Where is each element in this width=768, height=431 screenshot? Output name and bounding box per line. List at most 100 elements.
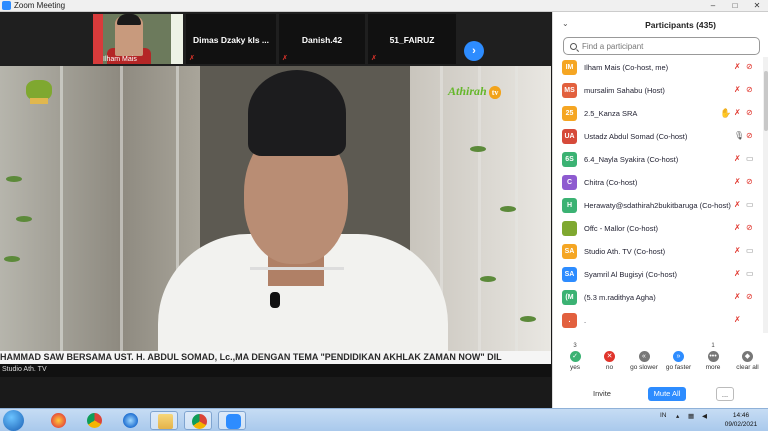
go-faster-icon: » bbox=[673, 351, 684, 362]
participant-row[interactable]: SA Syamril Al Bugisyi (Co-host) ✗ ▭ bbox=[553, 264, 763, 286]
participant-row[interactable]: SA Studio Ath. TV (Co-host) ✗ ▭ bbox=[553, 241, 763, 263]
start-button[interactable] bbox=[3, 410, 24, 431]
minimize-button[interactable]: – bbox=[702, 1, 724, 10]
invite-button[interactable]: Invite bbox=[587, 387, 617, 401]
muted-mic-icon[interactable]: ✗ bbox=[734, 269, 741, 279]
taskbar-chrome[interactable] bbox=[80, 411, 108, 430]
muted-mic-icon[interactable]: ✗ bbox=[734, 85, 741, 95]
muted-mic-icon[interactable]: ✗ bbox=[734, 315, 741, 325]
wall-stripe bbox=[478, 66, 481, 377]
taskbar-firefox[interactable] bbox=[44, 411, 72, 430]
volume-icon[interactable]: ◀ bbox=[702, 412, 707, 420]
participant-name: (5.3 m.radithya Agha) bbox=[584, 293, 656, 302]
muted-mic-icon[interactable]: ✗ bbox=[734, 200, 741, 210]
next-page-button[interactable]: › bbox=[464, 41, 484, 61]
participants-header: ⌄ Participants (435) bbox=[553, 12, 768, 36]
participant-row[interactable]: Offc - Mallor (Co-host) ✗ ⊘ bbox=[553, 218, 763, 240]
internet-explorer-icon bbox=[123, 413, 138, 428]
mute-all-button[interactable]: Mute All bbox=[648, 387, 686, 401]
scrollbar-thumb[interactable] bbox=[764, 71, 768, 131]
yes-reaction-button[interactable]: 3 ✓ yes bbox=[558, 343, 592, 371]
go-faster-reaction-button[interactable]: » go faster bbox=[662, 343, 696, 371]
muted-mic-icon[interactable]: ✗ bbox=[734, 154, 741, 164]
video-off-icon[interactable]: ⊘ bbox=[746, 62, 753, 72]
reaction-label: go faster bbox=[665, 364, 692, 371]
participant-name: Syamril Al Bugisyi (Co-host) bbox=[584, 270, 677, 279]
video-camera-icon[interactable]: ▭ bbox=[746, 269, 754, 279]
search-icon bbox=[570, 42, 577, 50]
participant-row[interactable]: MS mursalim Sahabu (Host) ✗ ⊘ bbox=[553, 80, 763, 102]
ticker-footer: Studio Ath. TV bbox=[0, 364, 551, 377]
taskbar-ie[interactable] bbox=[116, 411, 144, 430]
participant-avatar: 25 bbox=[562, 106, 577, 121]
participant-row[interactable]: 6S 6.4_Nayla Syakira (Co-host) ✗ ▭ bbox=[553, 149, 763, 171]
video-off-icon[interactable]: ⊘ bbox=[746, 223, 753, 233]
wall-stripe bbox=[120, 66, 123, 377]
video-off-icon[interactable]: ⊘ bbox=[746, 108, 753, 118]
thumbnail-tile-dimas[interactable]: Dimas Dzaky kls ... ✗ bbox=[186, 14, 276, 64]
window-titlebar: Zoom Meeting – □ ✕ bbox=[0, 0, 768, 12]
taskbar-chrome-2[interactable] bbox=[184, 411, 212, 430]
video-camera-icon[interactable]: ▭ bbox=[746, 200, 754, 210]
no-reaction-button[interactable]: ✕ no bbox=[593, 343, 627, 371]
participant-avatar: . bbox=[562, 313, 577, 328]
more-reaction-button[interactable]: 1 ••• more bbox=[696, 343, 730, 371]
participant-avatar: (M bbox=[562, 290, 577, 305]
participant-avatar: H bbox=[562, 198, 577, 213]
taskbar-file-explorer[interactable] bbox=[150, 411, 178, 430]
participant-row[interactable]: H Herawaty@sdathirah2bukitbaruga (Co-host… bbox=[553, 195, 763, 217]
maximize-button[interactable]: □ bbox=[724, 1, 746, 10]
video-off-icon[interactable]: ⊘ bbox=[746, 177, 753, 187]
participant-name: Offc - Mallor (Co-host) bbox=[584, 224, 659, 233]
network-icon[interactable]: ▦ bbox=[688, 412, 694, 420]
participant-search-input[interactable]: Find a participant bbox=[563, 37, 760, 55]
muted-mic-icon[interactable]: ✗ bbox=[734, 108, 741, 118]
taskbar-clock[interactable]: 14:46 09/02/2021 bbox=[718, 411, 764, 429]
close-button[interactable]: ✕ bbox=[746, 1, 768, 10]
participant-row[interactable]: IM Ilham Mais (Co-host, me) ✗ ⊘ bbox=[553, 57, 763, 79]
video-off-icon[interactable]: ⊘ bbox=[746, 85, 753, 95]
participant-row[interactable]: .. ✗ bbox=[553, 310, 763, 332]
participant-list-scrollbar[interactable] bbox=[763, 57, 768, 333]
participant-name: mursalim Sahabu (Host) bbox=[584, 86, 665, 95]
participant-name: 6.4_Nayla Syakira (Co-host) bbox=[584, 155, 679, 164]
video-camera-icon[interactable]: ▭ bbox=[746, 246, 754, 256]
muted-mic-icon[interactable]: ✗ bbox=[734, 223, 741, 233]
muted-mic-icon[interactable]: ✗ bbox=[734, 62, 741, 72]
muted-mic-icon[interactable]: ✗ bbox=[734, 292, 741, 302]
thumbnail-tile-ilham[interactable]: Ilham Mais bbox=[93, 14, 183, 64]
participant-row[interactable]: UA Ustadz Abdul Somad (Co-host) 🎙 ⊘ bbox=[553, 126, 763, 148]
mic-on-icon[interactable]: 🎙 bbox=[734, 131, 744, 141]
participant-avatar: C bbox=[562, 175, 577, 190]
participant-name: . bbox=[584, 316, 587, 325]
go-slower-reaction-button[interactable]: « go slower bbox=[627, 343, 661, 371]
channel-logo-icon bbox=[26, 80, 52, 100]
taskbar-zoom[interactable] bbox=[218, 411, 246, 430]
reaction-label: no bbox=[605, 364, 614, 371]
no-icon: ✕ bbox=[604, 351, 615, 362]
tray-language[interactable]: IN bbox=[660, 412, 667, 419]
muted-mic-icon[interactable]: ✗ bbox=[734, 246, 741, 256]
video-off-icon[interactable]: ⊘ bbox=[746, 292, 753, 302]
muted-mic-icon[interactable]: ✗ bbox=[734, 177, 741, 187]
wall-stripe bbox=[515, 66, 518, 377]
muted-mic-icon: ✗ bbox=[282, 55, 288, 62]
muted-mic-icon: ✗ bbox=[371, 55, 377, 62]
more-options-button[interactable]: ... bbox=[716, 387, 734, 401]
tray-arrow-icon[interactable]: ▴ bbox=[676, 412, 679, 420]
participant-row[interactable]: (M (5.3 m.radithya Agha) ✗ ⊘ bbox=[553, 287, 763, 309]
raised-hand-icon: ✋ bbox=[720, 108, 732, 118]
more-icon: ••• bbox=[707, 351, 719, 362]
clear-all-reaction-button[interactable]: ◆ clear all bbox=[731, 343, 765, 371]
reaction-label: clear all bbox=[736, 364, 759, 371]
thumbnail-tile-fairuz[interactable]: 51_FAIRUZ ✗ bbox=[368, 14, 456, 64]
folder-icon bbox=[158, 414, 173, 429]
participant-row[interactable]: 25 2.5_Kanza SRA ✋ ✗ ⊘ bbox=[553, 103, 763, 125]
video-camera-icon[interactable]: ▭ bbox=[746, 154, 754, 164]
clear-all-icon: ◆ bbox=[742, 351, 753, 362]
video-off-icon[interactable]: ⊘ bbox=[746, 131, 753, 141]
wall-stripe bbox=[60, 66, 63, 377]
participant-row[interactable]: C Chitra (Co-host) ✗ ⊘ bbox=[553, 172, 763, 194]
thumbnail-tile-danish[interactable]: Danish.42 ✗ bbox=[279, 14, 365, 64]
firefox-icon bbox=[51, 413, 66, 428]
